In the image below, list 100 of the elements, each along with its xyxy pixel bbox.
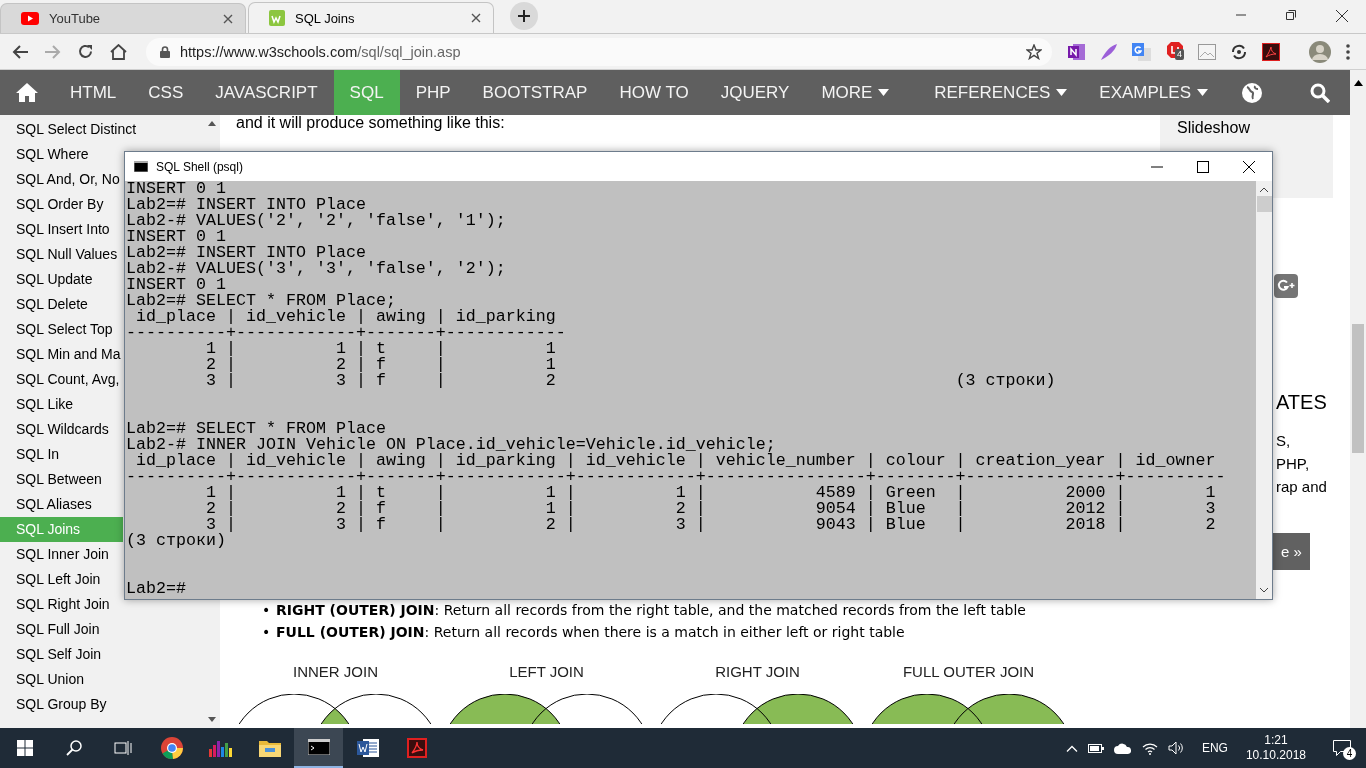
volume-icon[interactable] xyxy=(1167,741,1184,755)
wifi-icon[interactable] xyxy=(1141,741,1158,755)
language-indicator[interactable]: ENG xyxy=(1201,741,1228,755)
search-icon xyxy=(65,740,82,756)
folder-icon xyxy=(258,739,281,757)
sidebar-link[interactable]: SQL Group By xyxy=(0,692,107,717)
sidebar-link[interactable]: SQL Union xyxy=(0,667,84,692)
scrollbar-thumb[interactable] xyxy=(1256,196,1272,212)
maximize-icon[interactable] xyxy=(1197,160,1209,173)
feather-icon[interactable] xyxy=(1100,42,1118,61)
terminal-scrollbar[interactable] xyxy=(1256,181,1272,599)
bullet-item: FULL (OUTER) JOIN: Return all records when there is a match in either left or right table xyxy=(276,623,905,641)
sidebar-link[interactable]: SQL In xyxy=(0,442,60,467)
sidebar-link[interactable]: SQL Min and Ma xyxy=(0,342,121,367)
close-icon[interactable] xyxy=(1243,160,1255,173)
sidebar-link[interactable]: SQL Insert Into xyxy=(0,217,110,242)
notification-button[interactable]: 4 xyxy=(1328,734,1356,762)
sidebar-link[interactable]: SQL Inner Join xyxy=(0,542,109,567)
search-icon[interactable] xyxy=(1310,82,1330,103)
sidebar-link[interactable]: SQL Wildcards xyxy=(0,417,109,442)
nav-link[interactable]: HTML xyxy=(54,70,133,115)
terminal-line: 2 | 2 | f | 1 xyxy=(204,357,556,373)
scroll-down-icon[interactable] xyxy=(208,717,216,722)
pdf-icon[interactable] xyxy=(1262,42,1280,61)
bullet-mark: • xyxy=(262,601,272,619)
terminal-line: Lab2-# INNER JOIN Vehicle ON Place.id_vehicle=Vehicle.id_vehicle; xyxy=(126,437,776,453)
nav-link[interactable]: REFERENCES xyxy=(918,70,1084,115)
diagram-label: FULL OUTER JOIN xyxy=(902,664,1035,680)
clock-time[interactable]: 1:21 xyxy=(1264,733,1288,748)
paragraph-line: S, xyxy=(1276,431,1291,451)
url-text: https://www.w3schools.com/sql/sql_join.asp xyxy=(180,43,462,60)
terminal-line: Lab2=# INSERT INTO Place xyxy=(126,197,366,213)
heading-text: ATES xyxy=(1276,390,1327,414)
site-icon xyxy=(269,10,285,26)
message-icon xyxy=(1333,740,1351,756)
page-scrollbar[interactable] xyxy=(1350,70,1366,728)
sidebar-link[interactable]: SQL Delete xyxy=(0,292,88,317)
sidebar-link[interactable]: SQL Right Join xyxy=(0,592,110,617)
close-icon[interactable] xyxy=(471,13,481,23)
restore-icon[interactable] xyxy=(1286,10,1296,20)
star-icon[interactable] xyxy=(1026,43,1042,60)
terminal-line: ----------+------------+-------+------------ xyxy=(126,325,566,341)
scroll-down-icon[interactable] xyxy=(1260,588,1268,593)
nav-link[interactable]: MORE xyxy=(805,70,906,115)
sidebar-link[interactable]: SQL Update xyxy=(0,267,93,292)
sidebar-link[interactable]: SQL Like xyxy=(0,392,74,417)
scroll-up-icon[interactable] xyxy=(1260,187,1268,192)
cloud-icon[interactable] xyxy=(1113,742,1132,754)
nav-link[interactable]: HOW TO xyxy=(603,70,705,115)
more-button[interactable]: e » xyxy=(1273,533,1310,570)
menu-link[interactable]: Slideshow xyxy=(1177,119,1333,137)
terminal-line: id_place | id_vehicle | awing | id_parking xyxy=(135,309,556,325)
battery-icon[interactable] xyxy=(1087,743,1104,753)
sidebar-link[interactable]: SQL Null Values xyxy=(0,242,118,267)
sidebar-link[interactable]: SQL Select Top xyxy=(0,317,113,342)
sidebar-link[interactable]: SQL Select Distinct xyxy=(0,117,137,142)
nav-link[interactable]: JQUERY xyxy=(704,70,806,115)
paragraph-text: and it will produce something like this: xyxy=(236,115,505,131)
browser-tab[interactable]: SQL Joins xyxy=(248,2,494,33)
avatar-icon[interactable] xyxy=(1308,39,1332,64)
diagram-label: RIGHT JOIN xyxy=(715,664,800,680)
chevron-up-icon[interactable] xyxy=(1065,744,1078,752)
nav-link[interactable]: EXAMPLES xyxy=(1083,70,1224,115)
terminal-line: Lab2=# SELECT * FROM Place; xyxy=(126,293,396,309)
nav-link[interactable]: JAVASCRIPT xyxy=(199,70,334,115)
nav-link[interactable]: BOOTSTRAP xyxy=(466,70,604,115)
sidebar-link[interactable]: SQL Count, Avg, xyxy=(0,367,120,392)
home-icon[interactable] xyxy=(16,83,38,102)
menu-icon[interactable] xyxy=(1346,43,1350,60)
close-icon[interactable] xyxy=(1336,10,1348,22)
nav-link[interactable]: PHP xyxy=(399,70,467,115)
notebook-icon[interactable] xyxy=(1068,42,1086,61)
sidebar-link[interactable]: SQL Self Join xyxy=(0,642,102,667)
reload-icon[interactable] xyxy=(78,44,93,59)
sidebar-link[interactable]: SQL Order By xyxy=(0,192,104,217)
taskbar-button[interactable] xyxy=(294,728,343,768)
home-icon[interactable] xyxy=(110,43,127,60)
sidebar-link[interactable]: SQL Between xyxy=(0,467,102,492)
sync-icon[interactable] xyxy=(1230,42,1248,61)
browser-tab[interactable]: YouTube xyxy=(0,3,246,33)
globe-icon[interactable] xyxy=(1242,82,1262,103)
sidebar-link[interactable]: SQL Aliases xyxy=(0,492,92,517)
nav-link[interactable]: CSS xyxy=(132,70,200,115)
sidebar-link[interactable]: SQL Full Join xyxy=(0,617,100,642)
back-icon[interactable] xyxy=(12,44,28,59)
translate-icon[interactable] xyxy=(1132,42,1152,61)
new-tab-button[interactable] xyxy=(510,2,538,30)
image-icon[interactable] xyxy=(1198,42,1216,61)
scrollbar-thumb[interactable] xyxy=(1352,324,1364,453)
clock-date[interactable]: 10.10.2018 xyxy=(1245,748,1306,763)
address-field[interactable]: https://www.w3schools.com/sql/sql_join.asp xyxy=(146,37,1052,66)
sidebar-link[interactable]: SQL Left Join xyxy=(0,567,101,592)
sidebar-link[interactable]: SQL Where xyxy=(0,142,89,167)
sidebar-link[interactable]: SQL And, Or, No xyxy=(0,167,120,192)
caret-icon xyxy=(1197,89,1208,96)
scroll-up-icon[interactable] xyxy=(208,121,216,126)
share-icon[interactable] xyxy=(1274,274,1298,298)
scroll-up-icon[interactable] xyxy=(1353,80,1363,86)
diagram-label: LEFT JOIN xyxy=(509,664,584,680)
plus-icon xyxy=(518,10,530,22)
